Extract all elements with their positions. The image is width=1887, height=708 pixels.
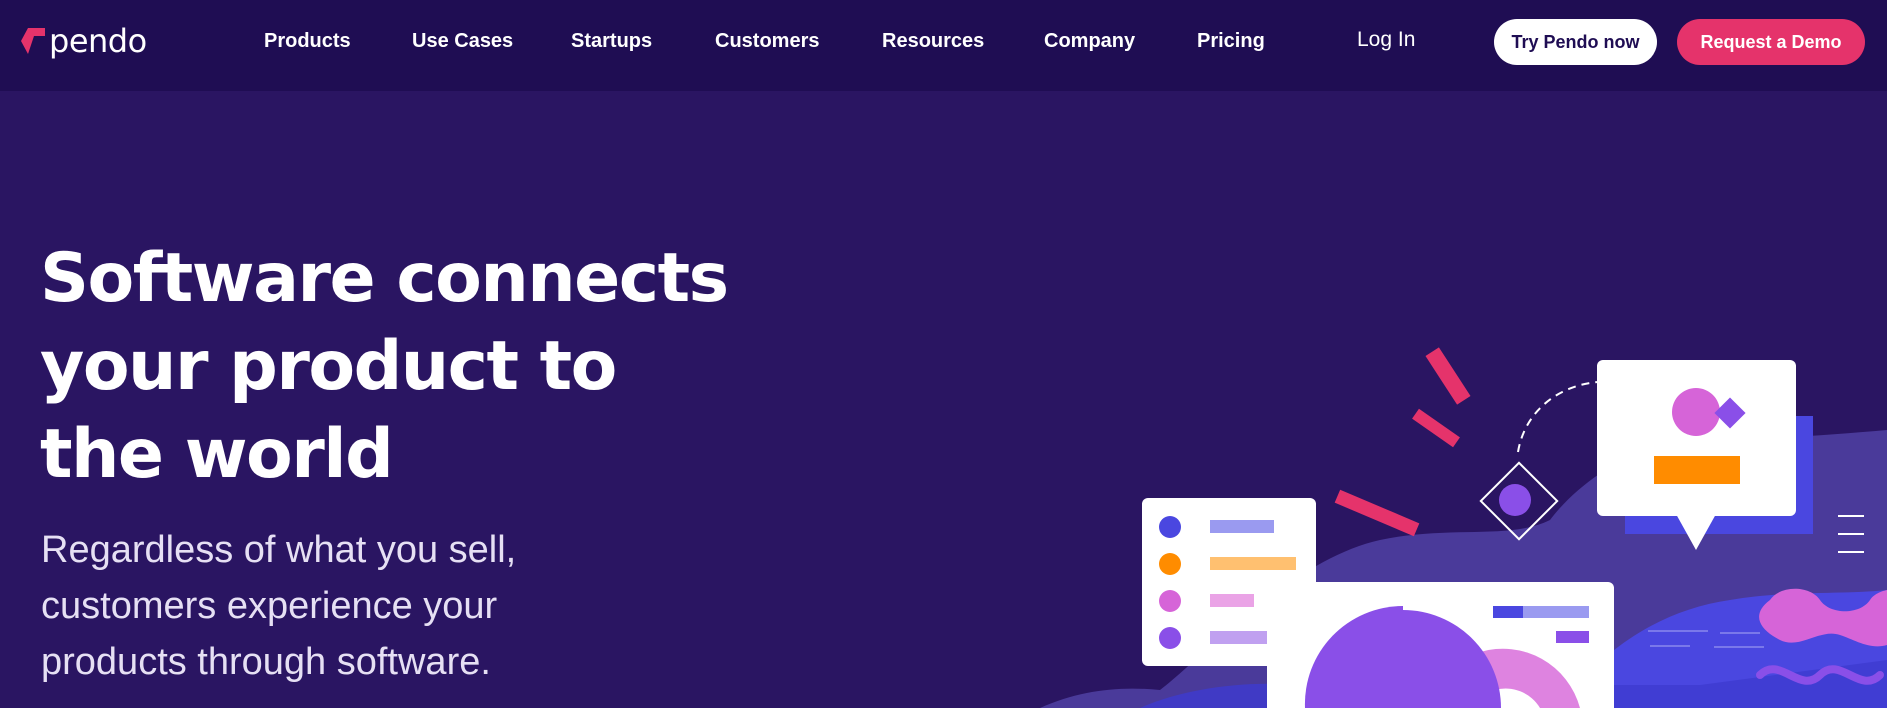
subtext-line: Regardless of what you sell, xyxy=(41,529,517,571)
top-navigation: pendo Products Use Cases Startups Custom… xyxy=(0,0,1887,91)
wave-line-shape xyxy=(1714,646,1764,648)
list-bar-shape xyxy=(1210,520,1274,533)
hero-subtext: Regardless of what you sell, customers e… xyxy=(41,522,516,690)
list-dot-shape xyxy=(1159,590,1181,612)
legend-bar-shape xyxy=(1556,631,1589,643)
nav-products[interactable]: Products xyxy=(264,29,351,53)
wave-line-shape xyxy=(1650,645,1690,647)
legend-bar-shape xyxy=(1493,606,1523,618)
speech-card-shape xyxy=(1597,360,1796,516)
nav-customers[interactable]: Customers xyxy=(715,29,819,53)
nav-pricing[interactable]: Pricing xyxy=(1197,29,1265,53)
hero-headline: Software connects your product to the wo… xyxy=(40,235,729,499)
pink-circle-shape xyxy=(1672,388,1720,436)
pink-slash-shape xyxy=(1334,489,1420,537)
menu-line-shape xyxy=(1838,533,1864,535)
nav-company[interactable]: Company xyxy=(1044,29,1135,53)
pendo-logo[interactable]: pendo xyxy=(16,24,147,58)
try-pendo-button[interactable]: Try Pendo now xyxy=(1494,19,1657,65)
orange-bar-shape xyxy=(1654,456,1740,484)
legend-bar-shape xyxy=(1523,606,1589,618)
list-dot-shape xyxy=(1159,516,1181,538)
list-bar-shape xyxy=(1210,631,1270,644)
headline-line: your product to xyxy=(40,327,617,406)
menu-line-shape xyxy=(1838,551,1864,553)
wave-line-shape xyxy=(1648,630,1708,632)
list-bar-shape xyxy=(1210,557,1296,570)
pink-slash-shape xyxy=(1412,408,1460,448)
nav-resources[interactable]: Resources xyxy=(882,29,984,53)
nav-startups[interactable]: Startups xyxy=(571,29,652,53)
hero-illustration xyxy=(1040,347,1887,708)
login-link[interactable]: Log In xyxy=(1357,27,1415,53)
wave-line-shape xyxy=(1720,632,1760,634)
subtext-line: customers experience your xyxy=(41,585,498,627)
nav-use-cases[interactable]: Use Cases xyxy=(412,29,513,53)
purple-dot-shape xyxy=(1499,484,1531,516)
list-dot-shape xyxy=(1159,553,1181,575)
list-dot-shape xyxy=(1159,627,1181,649)
brand-name: pendo xyxy=(49,22,147,60)
dashed-connector-line xyxy=(1517,381,1599,453)
headline-line: the world xyxy=(40,415,394,494)
request-demo-button[interactable]: Request a Demo xyxy=(1677,19,1865,65)
pendo-logo-icon xyxy=(21,28,45,54)
list-bar-shape xyxy=(1210,594,1254,607)
pink-slash-shape xyxy=(1425,347,1471,405)
headline-line: Software connects xyxy=(40,239,729,318)
subtext-line: products through software. xyxy=(41,641,491,683)
menu-line-shape xyxy=(1838,515,1864,517)
